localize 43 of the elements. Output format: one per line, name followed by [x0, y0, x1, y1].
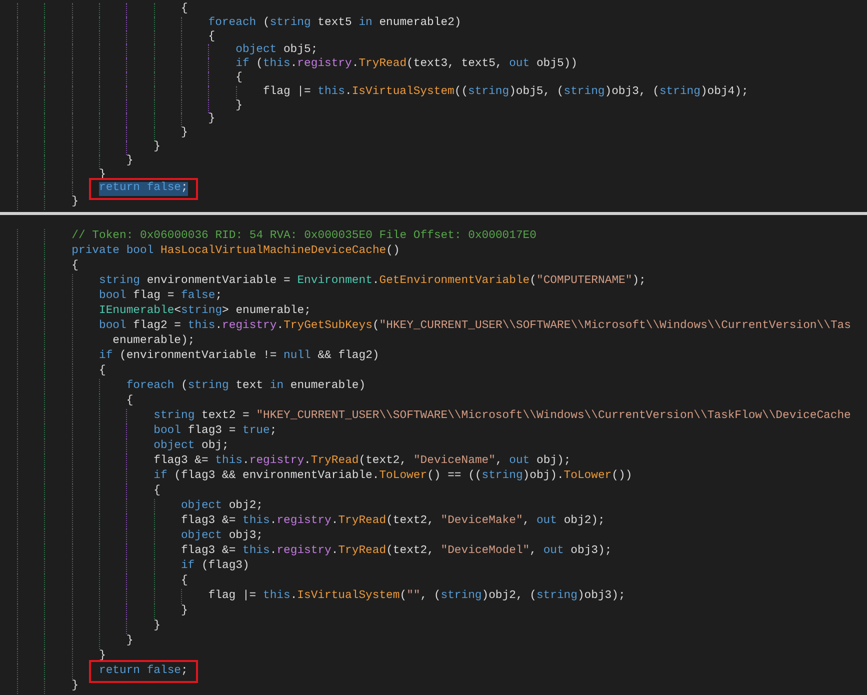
code-line: {	[180, 574, 188, 589]
code-line: foreach (string text in enumerable)	[126, 379, 366, 394]
code-line: {	[180, 3, 188, 17]
code-line: }	[180, 604, 188, 619]
code-line: return false;	[98, 664, 188, 679]
code-line: flag3 &= this.registry.TryRead(text2, "DeviceModel", out obj3);	[180, 544, 612, 559]
code-line: }	[126, 154, 134, 169]
code-line: }	[236, 100, 242, 114]
code-line: }	[72, 196, 78, 210]
code-line: if (flag3)	[180, 559, 250, 574]
code-line: string environmentVariable = Environment.GetEnvironmentVariable("COMPUTERNAME");	[98, 274, 646, 289]
code-line: private bool HasLocalVirtualMachineDeviceCache()	[72, 244, 400, 259]
code-line: if (this.registry.TryRead(text3, text5, out obj5))	[236, 58, 578, 72]
code-line: }	[154, 619, 160, 634]
code-line: }	[154, 140, 160, 155]
code-line: {	[236, 72, 242, 86]
code-line: }	[72, 679, 78, 694]
code-line: foreach (string text5 in enumerable2)	[208, 16, 462, 30]
code-line: }	[180, 127, 188, 141]
code-line: IEnumerable<string> enumerable;	[98, 304, 311, 319]
code-line: object obj3;	[180, 529, 263, 544]
code-line: {	[98, 364, 106, 379]
code-line: // Token: 0x06000036 RID: 54 RVA: 0x000035E0 File Offset: 0x000017E0	[72, 229, 536, 244]
code-line: }	[208, 113, 216, 128]
code-line: }	[126, 634, 134, 649]
code-line: flag |= this.IsVirtualSystem((string)obj5, (string)obj3, (string)obj4);	[262, 86, 748, 100]
code-line: if (flag3 && environmentVariable.ToLower() == ((string)obj).ToLower())	[154, 469, 632, 484]
code-line: bool flag2 = this.registry.TryGetSubKeys("HKEY_CURRENT_USER\\SOFTWARE\\Microsoft\\Windows\\CurrentVersion\\Tas	[98, 319, 851, 334]
code-line: object obj5;	[236, 44, 318, 58]
code-line: {	[72, 259, 78, 274]
code-line: {	[126, 394, 134, 409]
code-line: bool flag3 = true;	[154, 424, 277, 439]
code-line: {	[154, 484, 160, 499]
code-line: string text2 = "HKEY_CURRENT_USER\\SOFTWARE\\Microsoft\\Windows\\CurrentVersion\\TaskFlow\\DeviceCache	[154, 409, 851, 424]
code-line: flag3 &= this.registry.TryRead(text2, "DeviceName", out obj);	[154, 454, 571, 469]
code-line: {	[208, 30, 216, 44]
code-line: enumerable);	[112, 334, 195, 349]
code-line: object obj;	[154, 439, 229, 454]
code-line: flag3 &= this.registry.TryRead(text2, "DeviceMake", out obj2);	[180, 514, 605, 529]
code-line: bool flag = false;	[98, 289, 222, 304]
code-line: flag |= this.IsVirtualSystem("", (string)obj2, (string)obj3);	[208, 589, 626, 604]
code-line: object obj2;	[180, 499, 263, 514]
code-line: if (environmentVariable != null && flag2)	[98, 349, 380, 364]
